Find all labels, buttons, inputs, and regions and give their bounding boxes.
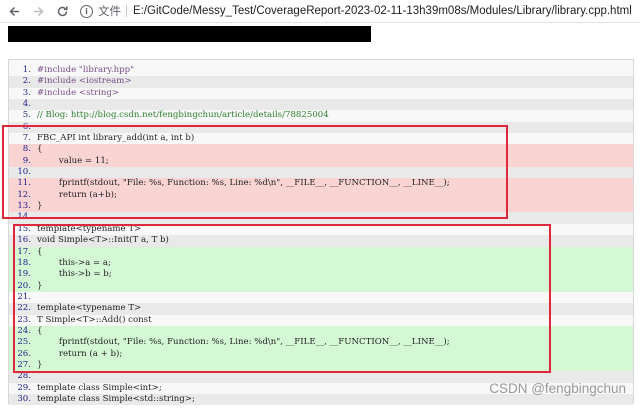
line-number: 28.: [17, 371, 31, 382]
line-code: this->b = b;: [37, 269, 112, 280]
code-line: 6.: [9, 121, 633, 134]
line-number: 9.: [22, 155, 31, 166]
line-number: 13.: [17, 201, 31, 212]
line-number: 29.: [17, 382, 31, 393]
back-button[interactable]: [4, 1, 24, 21]
line-code: {: [37, 144, 43, 155]
line-number: 14.: [17, 212, 31, 223]
redacted-heading: [8, 26, 371, 42]
code-line: 27.}: [9, 359, 633, 372]
line-number: 21.: [17, 291, 31, 302]
line-code: FBC_API int library_add(int a, int b): [37, 133, 195, 144]
line-number: 20.: [17, 280, 31, 291]
browser-toolbar: i 文件 E:/GitCode/Messy_Test/CoverageRepor…: [0, 0, 640, 23]
line-code: template class Simple<std::string>;: [37, 393, 195, 404]
line-code: template<typename T>: [37, 303, 142, 314]
address-bar[interactable]: i 文件 E:/GitCode/Messy_Test/CoverageRepor…: [80, 2, 632, 20]
code-line: 22. template<typename T>: [9, 303, 633, 315]
line-number: 18.: [17, 257, 31, 268]
reload-button[interactable]: [52, 1, 72, 21]
code-line: 18. this->a = a;: [9, 257, 633, 270]
line-number: 11.: [17, 178, 31, 189]
code-line: 8. {: [9, 144, 633, 156]
line-code: {: [37, 246, 43, 257]
scheme-label: 文件: [98, 6, 121, 18]
line-code: template class Simple<int>;: [37, 382, 162, 393]
line-code: // Blog: http://blog.csdn.net/fengbingch…: [37, 110, 329, 121]
line-code: #include <string>: [37, 87, 120, 98]
code-line: 5. // Blog: http://blog.csdn.net/fengbing…: [9, 110, 633, 121]
code-line: 26. return (a + b);: [9, 348, 633, 360]
code-line: 3. #include <string>: [9, 88, 633, 99]
address-divider: [126, 5, 127, 17]
line-number: 27.: [17, 359, 31, 370]
code-line: 11. fprintf(stdout, "File: %s, Function:…: [9, 178, 633, 190]
line-number: 25.: [17, 337, 31, 348]
line-number: 15.: [17, 223, 31, 234]
line-number: 10.: [17, 167, 31, 178]
line-number: 16.: [17, 235, 31, 246]
line-code: {: [37, 325, 43, 336]
line-number: 24.: [17, 325, 31, 336]
source-listing: 1. #include "library.hpp" 2. #include <iost…: [8, 59, 634, 406]
code-line: 23. T Simple<T>::Add() const: [9, 315, 633, 326]
forward-button[interactable]: [28, 1, 48, 21]
code-line: 4.: [9, 99, 633, 111]
info-icon[interactable]: i: [80, 4, 93, 18]
line-number: 5.: [22, 110, 31, 121]
line-number: 17.: [17, 246, 31, 257]
line-number: 19.: [17, 269, 31, 280]
line-code: fprintf(stdout, "File: %s, Function: %s,…: [37, 178, 450, 189]
line-number: 7.: [22, 133, 31, 144]
arrow-right-icon: [33, 6, 44, 16]
line-code: return (a+b);: [37, 189, 117, 200]
line-number: 30.: [17, 393, 31, 404]
code-line: 20.}: [9, 280, 633, 292]
watermark: CSDN @fengbingchun: [489, 381, 626, 396]
line-code: }: [37, 359, 43, 370]
line-code: }: [37, 201, 43, 212]
line-number: 12.: [17, 189, 31, 200]
code-line: 24. {: [9, 325, 633, 338]
code-line: 25. fprintf(stdout, "File: %s, Function:…: [9, 337, 633, 349]
line-code: T Simple<T>::Add() const: [37, 314, 152, 325]
code-line: 9. value = 11;: [9, 155, 633, 168]
code-line: 12. return (a+b);: [9, 189, 633, 202]
line-number: 22.: [17, 303, 31, 314]
code-line: 7. FBC_API int library_add(int a, int b): [9, 133, 633, 144]
code-line: 14.: [9, 212, 633, 224]
line-number: 23.: [17, 314, 31, 325]
line-code: #include <iostream>: [37, 76, 132, 87]
code-line: 16. void Simple<T>::Init(T a, T b): [9, 235, 633, 247]
code-line: 21.: [9, 292, 633, 303]
code-line: 1. #include "library.hpp": [9, 65, 633, 76]
code-line: 13.}: [9, 201, 633, 213]
reload-icon: [57, 6, 68, 16]
line-code: this->a = a;: [37, 257, 111, 268]
line-code: value = 11;: [37, 155, 109, 166]
code-line: 2. #include <iostream>: [9, 76, 633, 88]
line-number: 2.: [22, 76, 31, 87]
code-line: 15. template<typename T>: [9, 224, 633, 235]
line-number: 4.: [22, 99, 31, 110]
line-code: fprintf(stdout, "File: %s, Function: %s,…: [37, 337, 450, 348]
line-number: 6.: [22, 121, 31, 132]
line-code: #include "library.hpp": [37, 65, 135, 75]
line-number: 1.: [22, 65, 31, 75]
line-code: }: [37, 280, 43, 291]
code-line: 19. this->b = b;: [9, 269, 633, 281]
code-line: 17. {: [9, 246, 633, 258]
line-number: 26.: [17, 348, 31, 359]
line-number: 3.: [22, 87, 31, 98]
line-code: void Simple<T>::Init(T a, T b): [37, 235, 169, 246]
arrow-left-icon: [8, 6, 19, 16]
line-code: template<typename T>: [37, 223, 142, 234]
line-code: return (a + b);: [37, 348, 123, 359]
line-number: 8.: [22, 144, 31, 155]
code-line: 10.: [9, 167, 633, 179]
url-text[interactable]: E:/GitCode/Messy_Test/CoverageReport-202…: [133, 5, 632, 17]
